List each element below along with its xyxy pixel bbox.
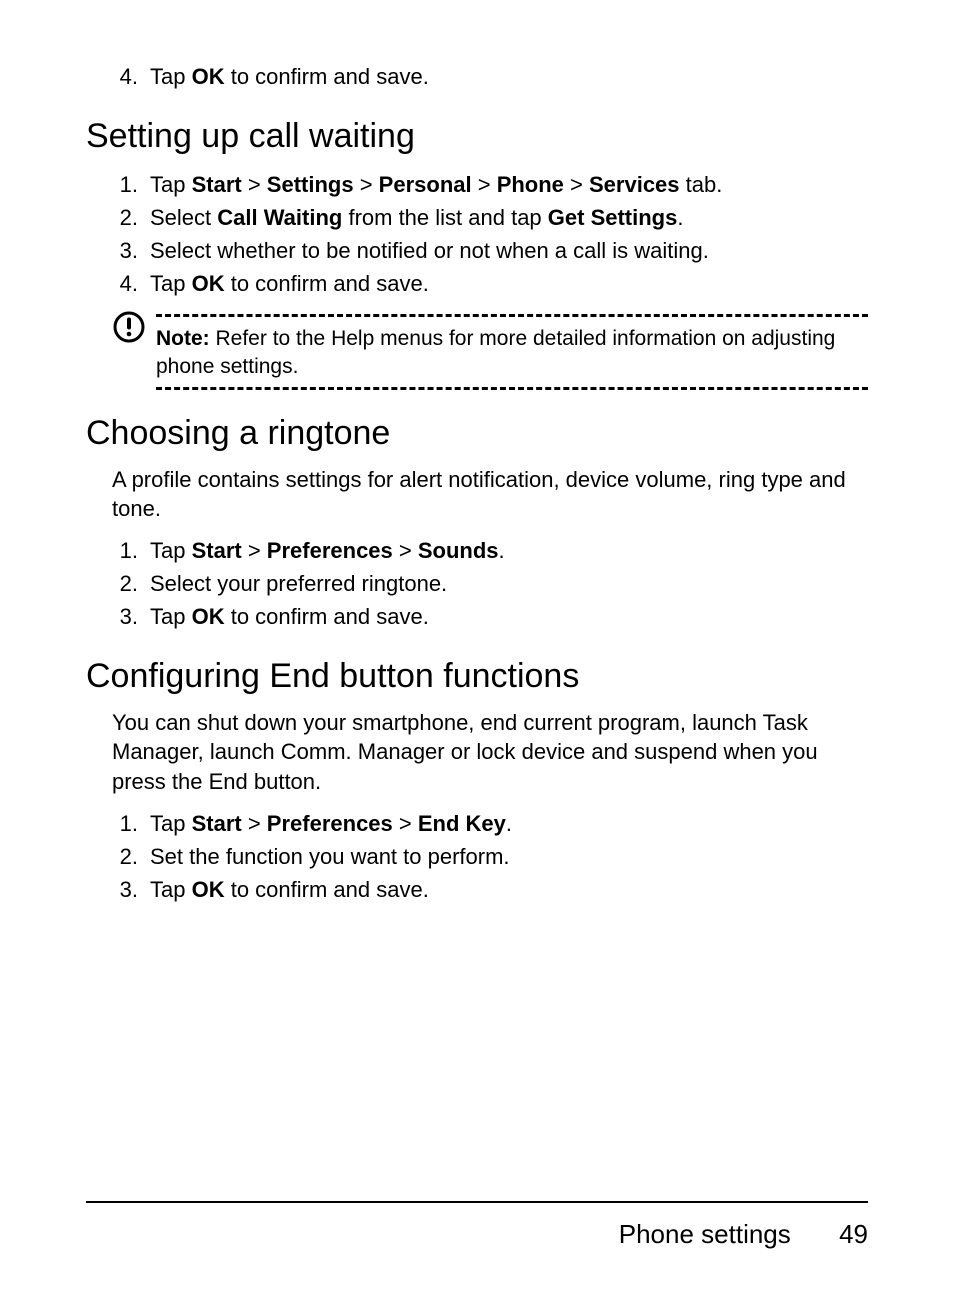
step-number: 1. <box>112 534 138 567</box>
step-text: Tap Start > Preferences > End Key. <box>150 807 868 840</box>
step-number: 3. <box>112 873 138 906</box>
step-text: Tap Start > Settings > Personal > Phone … <box>150 168 868 201</box>
step-item: 2. Select your preferred ringtone. <box>112 567 868 600</box>
heading-ringtone: Choosing a ringtone <box>86 412 868 455</box>
step-number: 2. <box>112 840 138 873</box>
step-text: Tap Start > Preferences > Sounds. <box>150 534 868 567</box>
step-text: Tap OK to confirm and save. <box>150 873 868 906</box>
step-text: Select whether to be notified or not whe… <box>150 234 868 267</box>
note-block: Note: Refer to the Help menus for more d… <box>112 314 868 391</box>
step-text: Set the function you want to perform. <box>150 840 868 873</box>
step-item: 1. Tap Start > Preferences > End Key. <box>112 807 868 840</box>
prior-section-steps: 4. Tap OK to confirm and save. <box>86 60 868 93</box>
ringtone-steps: 1. Tap Start > Preferences > Sounds. 2. Sel… <box>86 534 868 633</box>
step-item: 4. Tap OK to confirm and save. <box>112 267 868 300</box>
step-item: 1. Tap Start > Preferences > Sounds. <box>112 534 868 567</box>
step-item: 4. Tap OK to confirm and save. <box>112 60 868 93</box>
step-item: 2. Set the function you want to perform. <box>112 840 868 873</box>
footer-page-number: 49 <box>832 1219 868 1250</box>
step-item: 3. Select whether to be notified or not w… <box>112 234 868 267</box>
step-item: 3. Tap OK to confirm and save. <box>112 873 868 906</box>
step-text: Tap OK to confirm and save. <box>150 267 868 300</box>
note-border-bottom <box>156 387 868 390</box>
note-text: Note: Refer to the Help menus for more d… <box>112 317 868 388</box>
step-number: 4. <box>112 267 138 300</box>
footer-rule <box>86 1201 868 1203</box>
step-number: 3. <box>112 600 138 633</box>
footer-section-title: Phone settings <box>619 1219 791 1249</box>
page-footer: Phone settings 49 <box>86 1201 868 1250</box>
step-number: 2. <box>112 567 138 600</box>
step-item: 2. Select Call Waiting from the list and … <box>112 201 868 234</box>
step-number: 1. <box>112 807 138 840</box>
step-number: 3. <box>112 234 138 267</box>
call-waiting-steps: 1. Tap Start > Settings > Personal > Phon… <box>86 168 868 300</box>
heading-call-waiting: Setting up call waiting <box>86 115 868 158</box>
footer-line: Phone settings 49 <box>86 1219 868 1250</box>
step-number: 1. <box>112 168 138 201</box>
end-button-intro: You can shut down your smartphone, end c… <box>112 708 868 797</box>
step-number: 2. <box>112 201 138 234</box>
step-item: 3. Tap OK to confirm and save. <box>112 600 868 633</box>
end-button-steps: 1. Tap Start > Preferences > End Key. 2. Se… <box>86 807 868 906</box>
step-item: 1. Tap Start > Settings > Personal > Phon… <box>112 168 868 201</box>
step-text: Tap OK to confirm and save. <box>150 60 868 93</box>
ringtone-intro: A profile contains settings for alert no… <box>112 465 868 524</box>
alert-icon <box>112 310 146 344</box>
step-text: Select your preferred ringtone. <box>150 567 868 600</box>
step-text: Select Call Waiting from the list and ta… <box>150 201 868 234</box>
heading-end-button: Configuring End button functions <box>86 655 868 698</box>
step-text: Tap OK to confirm and save. <box>150 600 868 633</box>
step-number: 4. <box>112 60 138 93</box>
